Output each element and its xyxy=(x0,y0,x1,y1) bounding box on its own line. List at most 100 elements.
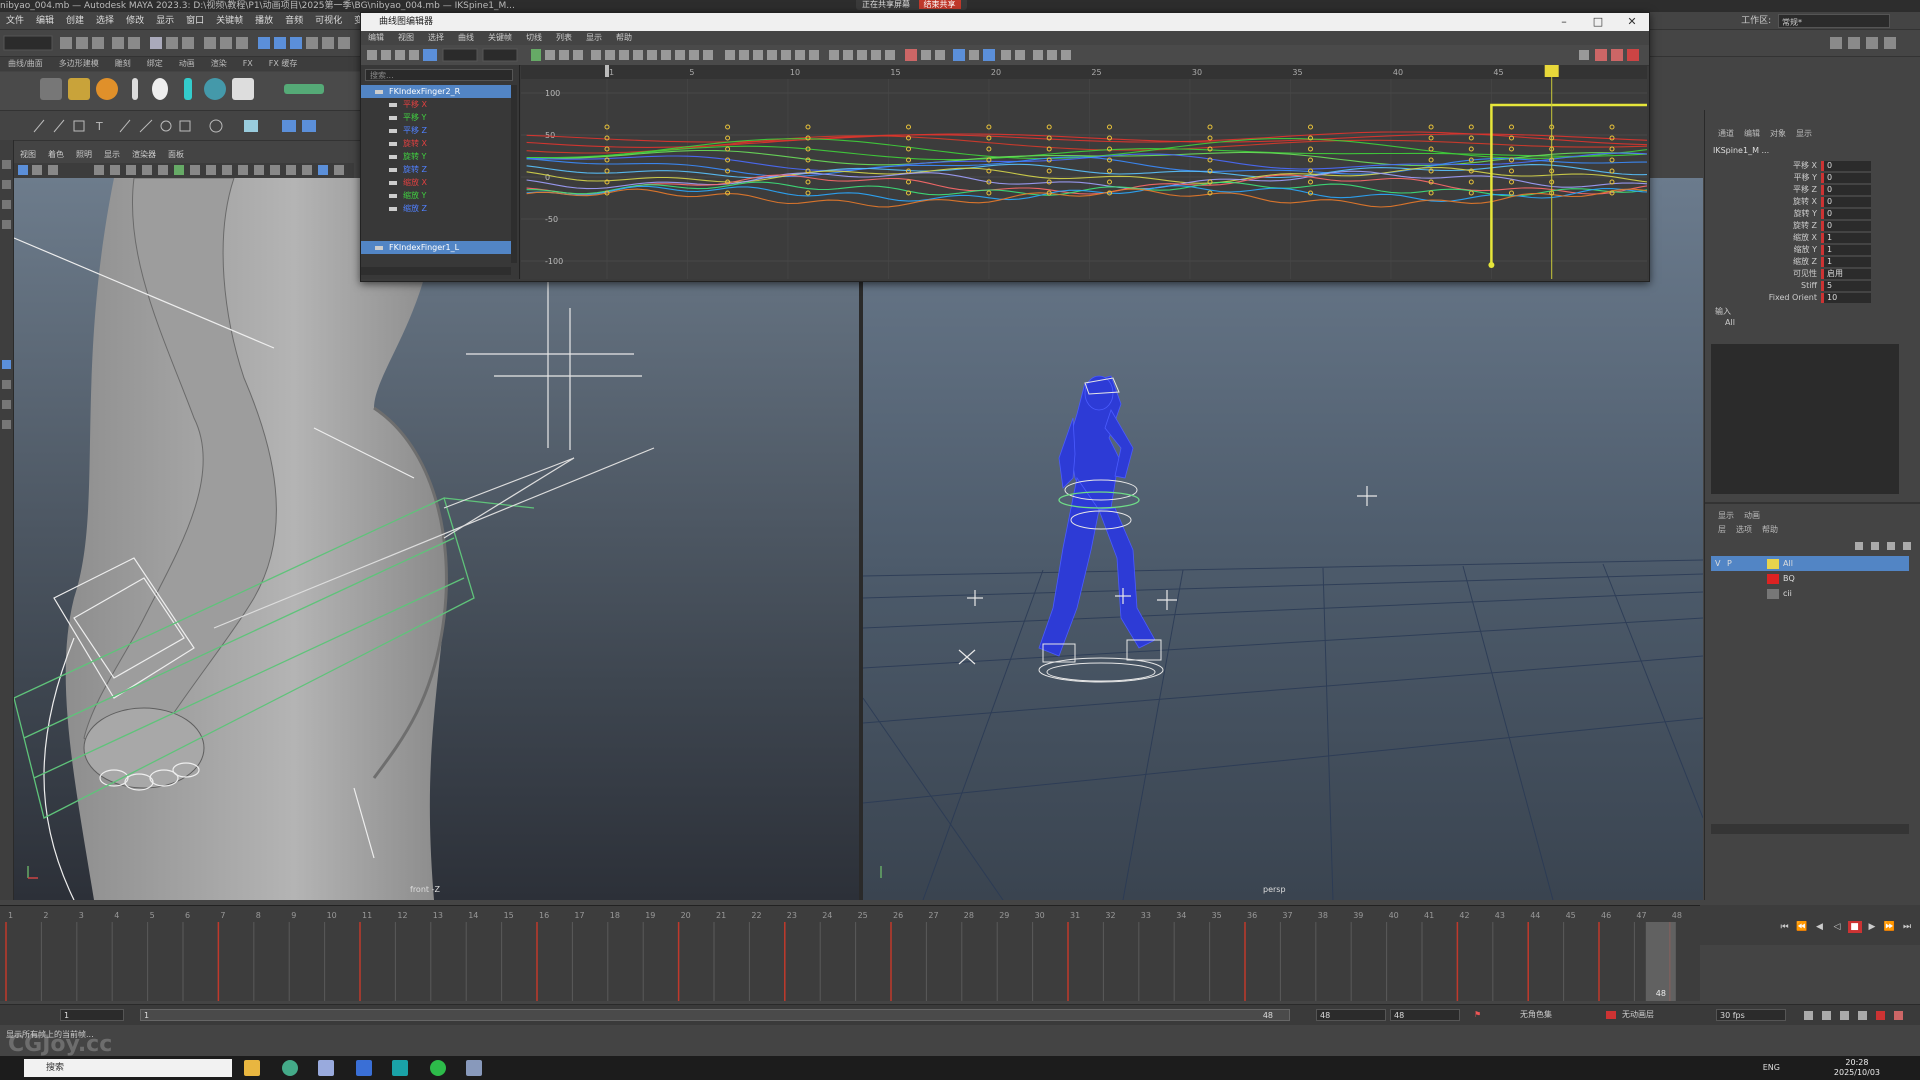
app-icon-2[interactable] xyxy=(466,1060,482,1076)
menu-item[interactable]: 播放 xyxy=(249,13,279,29)
play-back-icon[interactable]: ◁ xyxy=(1830,921,1844,933)
attribute-value-field[interactable]: 1 xyxy=(1821,232,1871,243)
layer-editor-menu-item[interactable]: 帮助 xyxy=(1757,524,1783,535)
graph-editor-titlebar[interactable]: 曲线图编辑器 – □ ✕ xyxy=(361,13,1649,31)
channel-attribute[interactable]: 旋转 X 0 xyxy=(1705,196,1885,208)
stop-icon[interactable]: ■ xyxy=(1847,921,1862,933)
outliner-search-input[interactable]: 搜索... xyxy=(365,69,513,81)
shelf-tab[interactable]: 曲线/曲面 xyxy=(0,57,51,71)
time-slider[interactable]: 1 2 3 4 5 6 7 8 9 10 11 12 13 14 15 16 17 18 19 20 21 22 23 24 2… xyxy=(0,905,1700,1001)
layer-editor-tab[interactable]: 动画 xyxy=(1739,510,1765,521)
layer-visibility-toggle[interactable]: V xyxy=(1711,556,1727,571)
outliner-item[interactable]: 缩放 X xyxy=(361,176,511,189)
graph-menu-item[interactable]: 帮助 xyxy=(609,31,639,45)
viewport-menu-item[interactable]: 渲染器 xyxy=(126,148,162,162)
wechat-icon[interactable] xyxy=(430,1060,446,1076)
outliner-item[interactable]: 旋转 Y xyxy=(361,150,511,163)
layer-scrollbar[interactable] xyxy=(1711,824,1909,834)
menu-item[interactable]: 音频 xyxy=(279,13,309,29)
attribute-value-field[interactable]: 5 xyxy=(1821,280,1871,291)
go-to-end-icon[interactable]: ⏭ xyxy=(1900,921,1914,933)
channel-attribute[interactable]: Fixed Orient 10 xyxy=(1705,292,1885,304)
shelf-tab[interactable]: 渲染 xyxy=(203,57,235,71)
channel-box-tab[interactable]: 显示 xyxy=(1791,128,1817,139)
channel-attribute[interactable]: Stiff 5 xyxy=(1705,280,1885,292)
channel-attribute[interactable]: 旋转 Y 0 xyxy=(1705,208,1885,220)
layer-playback-toggle[interactable]: P xyxy=(1727,556,1739,571)
step-forward-icon[interactable]: ▶ xyxy=(1865,921,1879,933)
front-viewport[interactable]: front -Z xyxy=(14,178,859,900)
graph-menu-item[interactable]: 显示 xyxy=(579,31,609,45)
character-icon[interactable] xyxy=(96,78,118,100)
channel-attribute[interactable]: 缩放 X 1 xyxy=(1705,232,1885,244)
menu-item[interactable]: 关键帧 xyxy=(210,13,249,29)
folder-icon[interactable] xyxy=(68,78,90,100)
shelf-tab[interactable]: FX xyxy=(235,57,261,71)
range-slider[interactable]: 1 48 xyxy=(140,1009,1290,1021)
attribute-value-field[interactable]: 0 xyxy=(1821,160,1871,171)
step-back-icon[interactable]: ◀ xyxy=(1813,921,1827,933)
circle-control-icon[interactable] xyxy=(204,78,226,100)
graph-menu-item[interactable]: 曲线 xyxy=(451,31,481,45)
graph-menu-item[interactable]: 列表 xyxy=(549,31,579,45)
outliner-item[interactable]: 旋转 X xyxy=(361,137,511,150)
outliner-item[interactable]: FKIndexFinger1_L xyxy=(361,241,511,254)
layer-row[interactable]: V P All xyxy=(1711,556,1909,571)
layer-row[interactable]: cii xyxy=(1711,586,1909,601)
taskbar-search-input[interactable]: 搜索 xyxy=(24,1059,232,1077)
anim-end-field[interactable]: 48 xyxy=(1390,1009,1460,1021)
outliner-item[interactable]: 旋转 Z xyxy=(361,163,511,176)
maximize-icon[interactable]: □ xyxy=(1581,13,1615,31)
cube-icon[interactable] xyxy=(232,78,254,100)
maya-icon[interactable] xyxy=(392,1060,408,1076)
workspace-dropdown[interactable]: 常规* xyxy=(1778,13,1890,28)
taskbar-clock[interactable]: 20:28 2025/10/03 xyxy=(1834,1058,1880,1078)
viewport-menu-item[interactable]: 照明 xyxy=(70,148,98,162)
outliner-scrollbar[interactable] xyxy=(511,85,517,263)
anim-layer-label[interactable]: 无动画层 xyxy=(1622,1005,1654,1025)
layer-editor-tab[interactable]: 显示 xyxy=(1713,510,1739,521)
attribute-value-field[interactable]: 0 xyxy=(1821,196,1871,207)
channel-attribute[interactable]: 缩放 Y 1 xyxy=(1705,244,1885,256)
channel-box-tab[interactable]: 对象 xyxy=(1765,128,1791,139)
menu-item[interactable]: 窗口 xyxy=(180,13,210,29)
attribute-value-field[interactable]: 启用 xyxy=(1821,268,1871,279)
outliner-item[interactable]: 缩放 Z xyxy=(361,202,511,215)
step-forward-key-icon[interactable]: ⏩ xyxy=(1883,921,1897,933)
input-language[interactable]: ENG xyxy=(1763,1063,1780,1072)
attribute-value-field[interactable]: 0 xyxy=(1821,208,1871,219)
shelf-tab[interactable]: 多边形建模 xyxy=(51,57,107,71)
attribute-value-field[interactable]: 1 xyxy=(1821,256,1871,267)
step-back-key-icon[interactable]: ⏪ xyxy=(1795,921,1809,933)
joint-icon[interactable] xyxy=(132,78,138,100)
character-set-label[interactable]: 无角色集 xyxy=(1520,1005,1552,1025)
channel-attribute[interactable]: 缩放 Z 1 xyxy=(1705,256,1885,268)
menu-item[interactable]: 可视化 xyxy=(309,13,348,29)
attribute-value-field[interactable]: 10 xyxy=(1821,292,1871,303)
menu-item[interactable]: 修改 xyxy=(120,13,150,29)
graph-menu-item[interactable]: 编辑 xyxy=(361,31,391,45)
channel-attribute[interactable]: 平移 X 0 xyxy=(1705,160,1885,172)
menu-item[interactable]: 显示 xyxy=(150,13,180,29)
stop-share-button[interactable]: 结束共享 xyxy=(918,0,961,9)
inputs-value[interactable]: All xyxy=(1725,318,1735,327)
shelf-tab[interactable]: FX 缓存 xyxy=(261,57,306,71)
go-to-start-icon[interactable]: ⏮ xyxy=(1778,921,1792,933)
skull-icon[interactable] xyxy=(152,78,168,100)
layer-row[interactable]: BQ xyxy=(1711,571,1909,586)
close-icon[interactable]: ✕ xyxy=(1615,13,1649,31)
key-icon[interactable]: ⚑ xyxy=(1474,1005,1481,1025)
channel-box-tab[interactable]: 编辑 xyxy=(1739,128,1765,139)
attribute-value-field[interactable]: 0 xyxy=(1821,220,1871,231)
outliner-item[interactable]: 缩放 Y xyxy=(361,189,511,202)
graph-menu-item[interactable]: 视图 xyxy=(391,31,421,45)
attribute-value-field[interactable]: 1 xyxy=(1821,244,1871,255)
outliner-item[interactable]: 平移 Y xyxy=(361,111,511,124)
menu-item[interactable]: 创建 xyxy=(60,13,90,29)
layer-editor-menu-item[interactable]: 层 xyxy=(1713,524,1731,535)
channel-attribute[interactable]: 旋转 Z 0 xyxy=(1705,220,1885,232)
shelf-tab[interactable]: 雕刻 xyxy=(107,57,139,71)
menu-item[interactable]: 选择 xyxy=(90,13,120,29)
outliner-item[interactable]: FKIndexFinger2_R xyxy=(361,85,511,98)
attribute-value-field[interactable]: 0 xyxy=(1821,172,1871,183)
